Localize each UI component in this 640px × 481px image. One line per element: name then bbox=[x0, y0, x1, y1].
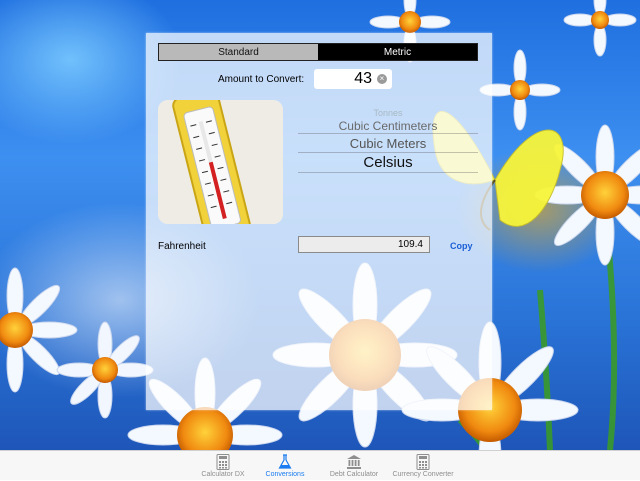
thermometer-image bbox=[158, 100, 283, 224]
amount-value: 43 bbox=[354, 70, 372, 87]
calculator-icon bbox=[216, 454, 230, 470]
tab-currency-converter[interactable]: Currency Converter bbox=[378, 451, 468, 481]
copy-button[interactable]: Copy bbox=[450, 241, 473, 251]
bank-icon bbox=[347, 455, 361, 469]
flask-icon bbox=[278, 454, 292, 469]
unit-picker-wheel[interactable]: Tonnes Cubic Centimeters Cubic Meters Ce… bbox=[298, 105, 478, 205]
picker-item-selected[interactable]: Celsius bbox=[298, 154, 478, 171]
thermometer-icon bbox=[158, 100, 283, 224]
segment-metric[interactable]: Metric bbox=[318, 44, 477, 60]
picker-item[interactable]: Cubic Meters bbox=[298, 136, 478, 151]
picker-item[interactable]: Cubic Centimeters bbox=[298, 119, 478, 133]
picker-divider bbox=[298, 172, 478, 173]
amount-label: Amount to Convert: bbox=[218, 74, 305, 85]
result-field: 109.4 bbox=[298, 236, 430, 253]
calculator-icon bbox=[416, 454, 430, 470]
clear-icon[interactable]: × bbox=[377, 74, 387, 84]
converter-panel: Standard Metric Amount to Convert: 43 × bbox=[146, 33, 492, 410]
tab-bar: Calculator DX Conversions Debt Calculato… bbox=[0, 450, 640, 480]
picker-divider bbox=[298, 152, 478, 153]
tab-label: Currency Converter bbox=[392, 471, 454, 478]
segment-standard[interactable]: Standard bbox=[159, 44, 318, 60]
picker-item[interactable]: Tonnes bbox=[298, 108, 478, 118]
result-unit-label: Fahrenheit bbox=[158, 241, 206, 252]
amount-input[interactable]: 43 × bbox=[314, 69, 392, 89]
result-value: 109.4 bbox=[397, 239, 423, 250]
unit-system-segmented-control: Standard Metric bbox=[158, 43, 478, 61]
picker-divider bbox=[298, 133, 478, 134]
